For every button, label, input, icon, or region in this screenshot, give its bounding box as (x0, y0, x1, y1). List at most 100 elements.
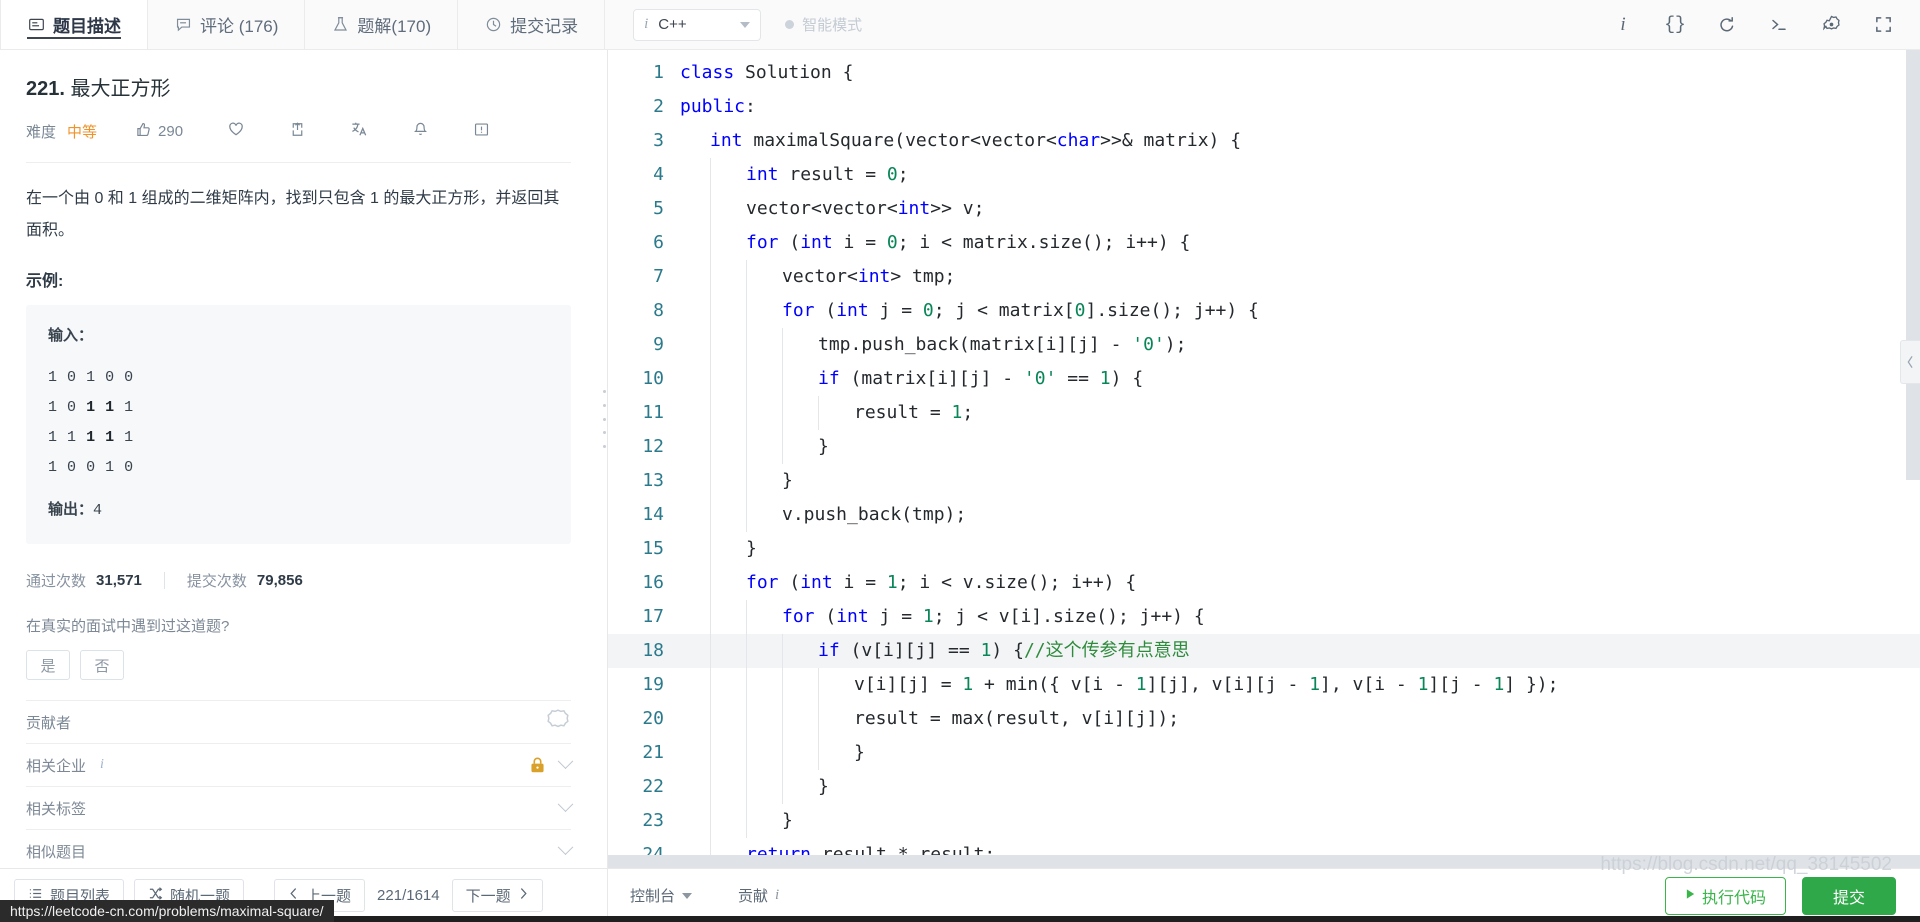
console-icon[interactable] (1768, 14, 1790, 36)
code-line[interactable]: 10 if (matrix[i][j] - '0' == 1) { (608, 362, 1920, 396)
chevron-down-icon (557, 838, 574, 855)
code-line[interactable]: 6 for (int i = 0; i < matrix.size(); i++)… (608, 226, 1920, 260)
answer-no-button[interactable]: 否 (80, 650, 124, 680)
code-token: ; (897, 164, 909, 185)
run-code-button[interactable]: 执行代码 (1664, 876, 1786, 915)
code-line[interactable]: 1 class Solution { (608, 56, 1920, 90)
answer-yes-button[interactable]: 是 (26, 650, 70, 680)
scrollbar-thumb[interactable] (1906, 50, 1920, 480)
console-toggle-button[interactable]: 控制台 (630, 885, 693, 906)
code-token: ); (1164, 334, 1187, 355)
next-problem-button[interactable]: 下一题 (451, 879, 543, 912)
indent-guide (746, 668, 782, 702)
smart-mode-toggle[interactable]: 智能模式 (785, 14, 862, 35)
contribute-button[interactable]: 贡献 i (738, 885, 779, 906)
feedback-button[interactable] (473, 121, 490, 142)
code-text: for (int j = 0; j < matrix[0].size(); j+… (782, 294, 1259, 328)
reset-icon[interactable] (1716, 14, 1738, 36)
accordion-tags[interactable]: 相关标签 (26, 787, 574, 829)
code-line[interactable]: 12} (608, 430, 1920, 464)
tab-solutions[interactable]: 题解(170) (305, 0, 459, 49)
code-line[interactable]: 13} (608, 464, 1920, 498)
indent-guide (746, 804, 782, 838)
code-line[interactable]: 19 v[i][j] = 1 + min({ v[i - 1][j], v[i][… (608, 668, 1920, 702)
browser-status-bar: https://leetcode-cn.com/problems/maximal… (0, 900, 334, 922)
contributor-avatar-icon[interactable] (545, 707, 571, 737)
status-dot-icon (785, 20, 795, 29)
indent-guide (746, 736, 782, 770)
like-count: 290 (158, 122, 184, 140)
notification-button[interactable] (412, 121, 429, 142)
code-line[interactable]: 5 vector<vector<int>> v; (608, 192, 1920, 226)
indent-guide (710, 362, 746, 396)
code-token: > tmp; (890, 266, 956, 287)
matrix-cell: 1 (105, 429, 115, 446)
description-icon (27, 16, 45, 34)
language-selector[interactable]: i C++ (633, 8, 762, 41)
code-line[interactable]: 17 for (int j = 1; j < v[i].size(); j++) … (608, 600, 1920, 634)
translate-button[interactable] (350, 120, 368, 142)
example-output-line: 输出：4 (48, 495, 549, 526)
submitted-count: 79,856 (256, 572, 303, 589)
panel-resize-handle[interactable] (601, 390, 607, 448)
info-icon[interactable]: i (1612, 14, 1634, 36)
code-line[interactable]: 4 int result = 0; (608, 158, 1920, 192)
code-token: vector< (782, 266, 858, 287)
code-text: result = 1; (854, 396, 973, 430)
favorite-button[interactable] (227, 120, 245, 142)
indent-guide (680, 362, 710, 396)
accordion-similar-problems[interactable]: 相似题目 (26, 830, 574, 868)
code-line[interactable]: 8 for (int j = 0; j < matrix[0].size(); j… (608, 294, 1920, 328)
run-submit-group: 执行代码 提交 (1664, 876, 1896, 915)
scrollbar-thumb[interactable] (608, 855, 1920, 868)
code-text: for (int i = 0; i < matrix.size(); i++) … (746, 226, 1190, 260)
code-line[interactable]: 22} (608, 770, 1920, 804)
code-line[interactable]: 16 for (int i = 1; i < v.size(); i++) { (608, 566, 1920, 600)
accordion-contributors[interactable]: 贡献者 (26, 701, 571, 743)
code-line[interactable]: 2 public: (608, 90, 1920, 124)
settings-gear-icon[interactable] (1820, 14, 1842, 36)
code-line[interactable]: 14 v.push_back(tmp); (608, 498, 1920, 532)
share-button[interactable] (289, 121, 306, 142)
code-line[interactable]: 9 tmp.push_back(matrix[i][j] - '0'); (608, 328, 1920, 362)
editor-side-flag[interactable] (1900, 340, 1920, 384)
code-text: } (818, 430, 829, 464)
code-editor[interactable]: 1 class Solution {2 public: 3 int maximalSqu… (608, 50, 1920, 868)
dot (602, 390, 606, 393)
format-braces-icon[interactable]: {} (1664, 14, 1686, 36)
tab-description[interactable]: 题目描述 (0, 0, 148, 49)
code-line[interactable]: 7 vector<int> tmp; (608, 260, 1920, 294)
indent-guide (746, 770, 782, 804)
code-lines[interactable]: 1 class Solution {2 public: 3 int maximalSqu… (608, 56, 1920, 868)
code-line[interactable]: 3 int maximalSquare(vector<vector<char>>&… (608, 124, 1920, 158)
run-code-label: 执行代码 (1701, 889, 1766, 907)
code-token: vector<vector< (746, 198, 898, 219)
code-token: maximalSquare(vector<vector< (742, 130, 1057, 151)
accordion-companies-label: 相关企业 (26, 757, 87, 775)
code-token: public (680, 96, 746, 117)
editor-vertical-scrollbar[interactable] (1906, 50, 1920, 868)
code-line[interactable]: 11 result = 1; (608, 396, 1920, 430)
matrix-cell: 0 (86, 459, 96, 476)
submit-button[interactable]: 提交 (1801, 876, 1896, 915)
code-line[interactable]: 18 if (v[i][j] == 1) {//这个传参有点意思 (608, 634, 1920, 668)
tab-submissions-label: 提交记录 (510, 17, 579, 36)
tab-comments[interactable]: 评论 (176) (148, 0, 306, 49)
code-line[interactable]: 15} (608, 532, 1920, 566)
indent-guide (746, 498, 782, 532)
accordion-companies[interactable]: 相关企业 i (26, 744, 574, 786)
example-heading: 示例: (26, 273, 64, 290)
code-line[interactable]: 20 result = max(result, v[i][j]); (608, 702, 1920, 736)
tab-submissions[interactable]: 提交记录 (458, 0, 606, 49)
code-line[interactable]: 21} (608, 736, 1920, 770)
code-token: ][j], v[i][j - (1146, 674, 1310, 695)
code-token: } (818, 436, 829, 457)
code-text: class Solution { (680, 56, 853, 90)
line-number: 13 (642, 470, 664, 491)
fullscreen-icon[interactable] (1872, 14, 1894, 36)
editor-horizontal-scrollbar[interactable] (608, 855, 1920, 868)
flask-icon (331, 16, 349, 34)
like-button[interactable]: 290 (135, 121, 183, 142)
info-icon[interactable]: i (100, 757, 104, 773)
code-line[interactable]: 23} (608, 804, 1920, 838)
